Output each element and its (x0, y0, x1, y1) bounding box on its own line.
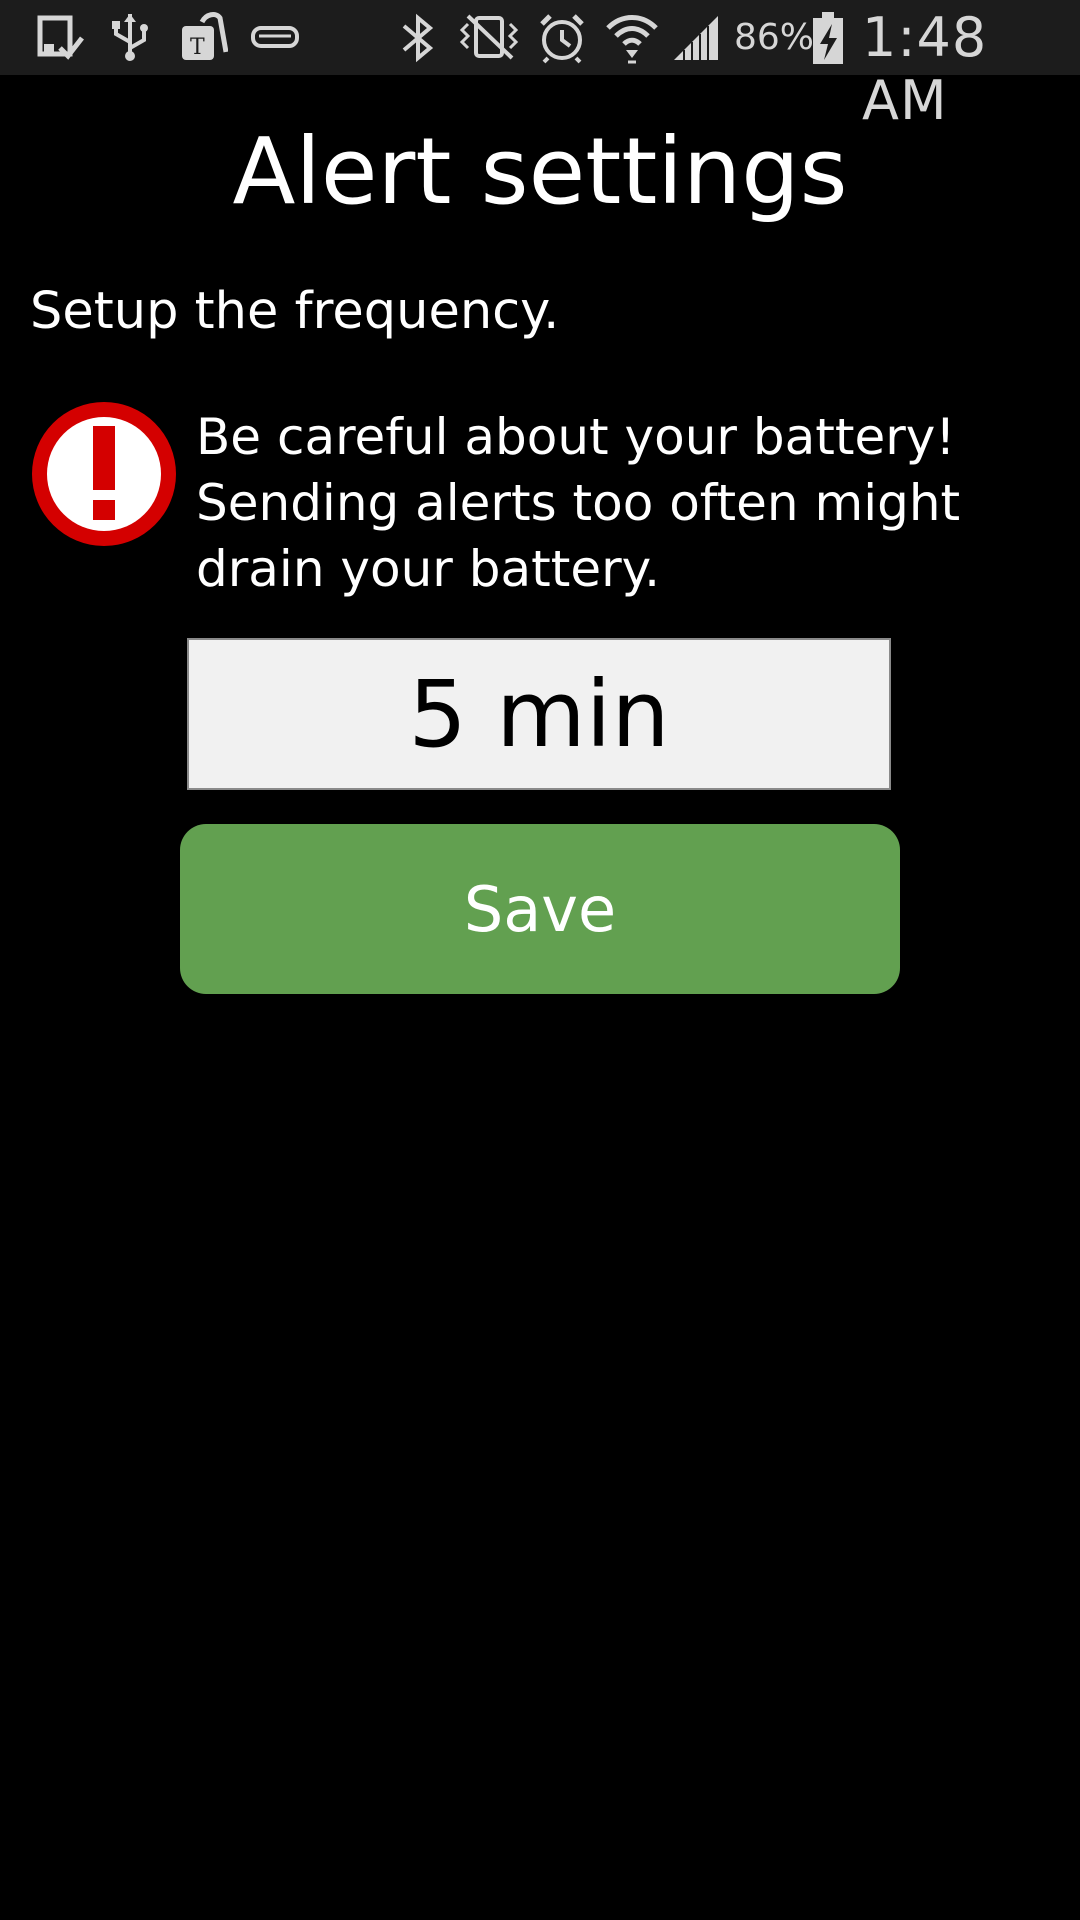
battery-warning-text: Be careful about your battery! Sending a… (196, 404, 1056, 602)
signal-icon (670, 12, 722, 62)
alarm-icon (536, 12, 588, 64)
carrier-icon: T (180, 12, 228, 62)
screenshot-saved-icon (36, 12, 86, 62)
frequency-picker[interactable]: 5 min (187, 638, 891, 790)
frequency-value: 5 min (408, 660, 670, 768)
svg-text:T: T (190, 35, 205, 60)
usb-icon (108, 12, 152, 62)
exclamation-icon (30, 400, 178, 548)
bluetooth-icon (398, 12, 438, 63)
wifi-icon (604, 12, 660, 64)
save-button[interactable]: Save (180, 824, 900, 994)
save-button-label: Save (463, 872, 617, 946)
cradle-icon (250, 12, 300, 62)
warning-line: drain your battery. (196, 540, 660, 598)
vibrate-icon (454, 12, 524, 62)
battery-percent: 86% (734, 17, 815, 58)
frequency-instruction: Setup the frequency. (30, 282, 560, 341)
warning-line: Sending alerts too often might (196, 474, 961, 532)
battery-charging-icon (810, 12, 846, 64)
warning-line: Be careful about your battery! (196, 408, 956, 466)
status-clock: 1:48 AM (862, 6, 988, 132)
status-bar: T 86% 1:48 AM (0, 0, 1080, 132)
page-title: Alert settings (232, 118, 848, 225)
